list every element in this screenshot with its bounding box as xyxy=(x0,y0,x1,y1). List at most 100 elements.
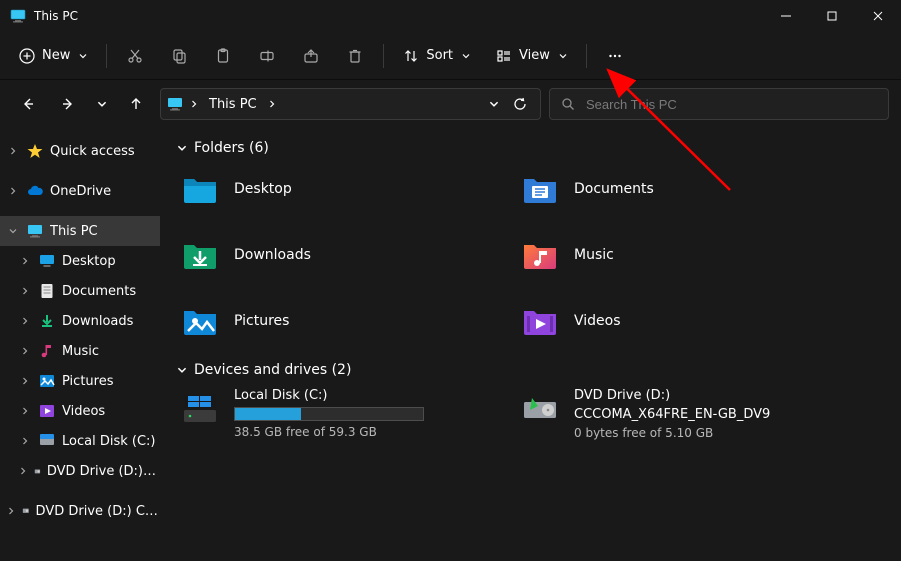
back-button[interactable] xyxy=(12,88,44,120)
folder-desktop[interactable]: Desktop xyxy=(180,166,480,212)
content-area[interactable]: Folders (6) Desktop Documents Downloads xyxy=(160,128,901,561)
drive-dvd-d[interactable]: DVD Drive (D:) CCCOMA_X64FRE_EN-GB_DV9 0… xyxy=(520,388,840,440)
this-pc-icon xyxy=(167,96,183,112)
maximize-button[interactable] xyxy=(809,0,855,32)
tree-label: Downloads xyxy=(62,314,133,329)
tree-dvd-drive-2[interactable]: DVD Drive (D:) CCCOMA_X64FRE_EN-GB_DV9 xyxy=(0,496,160,526)
tree-onedrive[interactable]: OneDrive xyxy=(0,176,160,206)
drive-free-text: 0 bytes free of 5.10 GB xyxy=(574,426,840,440)
folder-label: Downloads xyxy=(234,247,311,263)
download-icon xyxy=(38,312,56,330)
more-icon xyxy=(606,47,624,65)
recent-button[interactable] xyxy=(92,88,112,120)
tree-local-disk[interactable]: Local Disk (C:) xyxy=(0,426,160,456)
nav-row: This PC xyxy=(0,80,901,128)
chevron-right-icon xyxy=(18,436,32,446)
desktop-folder-icon xyxy=(180,169,220,209)
tree-label: OneDrive xyxy=(50,184,111,199)
tree-videos[interactable]: Videos xyxy=(0,396,160,426)
chevron-right-icon xyxy=(18,406,32,416)
folder-videos[interactable]: Videos xyxy=(520,298,820,344)
drive-usage-bar xyxy=(234,407,424,421)
rename-button[interactable] xyxy=(247,38,287,74)
chevron-down-icon xyxy=(176,142,188,154)
tree-label: DVD Drive (D:) CCCOMA_X64FRE_EN-GB_DV9 xyxy=(47,464,160,479)
minimize-button[interactable] xyxy=(763,0,809,32)
refresh-button[interactable] xyxy=(506,96,534,112)
address-dropdown[interactable] xyxy=(488,98,500,110)
view-icon xyxy=(495,47,513,65)
folder-pictures[interactable]: Pictures xyxy=(180,298,480,344)
toolbar-separator xyxy=(383,44,384,68)
drive-free-text: 38.5 GB free of 59.3 GB xyxy=(234,425,500,439)
window-controls xyxy=(763,0,901,32)
tree-pictures[interactable]: Pictures xyxy=(0,366,160,396)
titlebar: This PC xyxy=(0,0,901,32)
drive-local-disk-c[interactable]: Local Disk (C:) 38.5 GB free of 59.3 GB xyxy=(180,388,500,440)
new-label: New xyxy=(42,48,70,63)
cloud-icon xyxy=(26,182,44,200)
section-title: Folders (6) xyxy=(194,140,269,156)
address-bar[interactable]: This PC xyxy=(160,88,541,120)
search-icon xyxy=(560,96,576,112)
os-drive-icon xyxy=(180,388,220,428)
tree-label: Local Disk (C:) xyxy=(62,434,155,449)
folders-section-header[interactable]: Folders (6) xyxy=(176,140,885,156)
up-button[interactable] xyxy=(120,88,152,120)
plus-circle-icon xyxy=(18,47,36,65)
tree-documents[interactable]: Documents xyxy=(0,276,160,306)
chevron-right-icon xyxy=(6,186,20,196)
delete-button[interactable] xyxy=(335,38,375,74)
document-icon xyxy=(38,282,56,300)
toolbar: New Sort View xyxy=(0,32,901,80)
view-button[interactable]: View xyxy=(485,38,578,74)
chevron-right-icon xyxy=(189,99,199,109)
videos-icon xyxy=(38,402,56,420)
chevron-down-icon xyxy=(78,51,88,61)
drive-volume-label: CCCOMA_X64FRE_EN-GB_DV9 xyxy=(574,407,840,422)
search-input[interactable] xyxy=(584,96,878,113)
paste-button[interactable] xyxy=(203,38,243,74)
drive-icon xyxy=(38,432,56,450)
chevron-right-icon xyxy=(18,346,32,356)
chevron-right-icon xyxy=(6,506,16,516)
tree-music[interactable]: Music xyxy=(0,336,160,366)
documents-folder-icon xyxy=(520,169,560,209)
tree-label: Pictures xyxy=(62,374,113,389)
sort-button[interactable]: Sort xyxy=(392,38,481,74)
this-pc-icon xyxy=(10,8,26,24)
new-button[interactable]: New xyxy=(8,38,98,74)
drives-section-header[interactable]: Devices and drives (2) xyxy=(176,362,885,378)
chevron-right-icon xyxy=(18,376,32,386)
chevron-right-icon xyxy=(18,316,32,326)
folder-music[interactable]: Music xyxy=(520,232,820,278)
tree-label: Music xyxy=(62,344,99,359)
folder-label: Desktop xyxy=(234,181,292,197)
toolbar-separator xyxy=(106,44,107,68)
cut-button[interactable] xyxy=(115,38,155,74)
tree-label: Videos xyxy=(62,404,105,419)
copy-icon xyxy=(170,47,188,65)
navigation-pane[interactable]: Quick access OneDrive This PC Desktop Do… xyxy=(0,128,160,561)
share-button[interactable] xyxy=(291,38,331,74)
dvd-icon xyxy=(34,462,41,480)
more-button[interactable] xyxy=(595,38,635,74)
copy-button[interactable] xyxy=(159,38,199,74)
folder-documents[interactable]: Documents xyxy=(520,166,820,212)
tree-this-pc[interactable]: This PC xyxy=(0,216,160,246)
tree-desktop[interactable]: Desktop xyxy=(0,246,160,276)
scissors-icon xyxy=(126,47,144,65)
music-icon xyxy=(38,342,56,360)
chevron-right-icon xyxy=(18,466,28,476)
close-button[interactable] xyxy=(855,0,901,32)
tree-dvd-drive[interactable]: DVD Drive (D:) CCCOMA_X64FRE_EN-GB_DV9 xyxy=(0,456,160,486)
search-box[interactable] xyxy=(549,88,889,120)
tree-label: This PC xyxy=(50,224,98,239)
downloads-folder-icon xyxy=(180,235,220,275)
breadcrumb-current[interactable]: This PC xyxy=(205,95,261,114)
forward-button[interactable] xyxy=(52,88,84,120)
tree-downloads[interactable]: Downloads xyxy=(0,306,160,336)
folder-downloads[interactable]: Downloads xyxy=(180,232,480,278)
tree-quick-access[interactable]: Quick access xyxy=(0,136,160,166)
chevron-right-icon xyxy=(18,256,32,266)
